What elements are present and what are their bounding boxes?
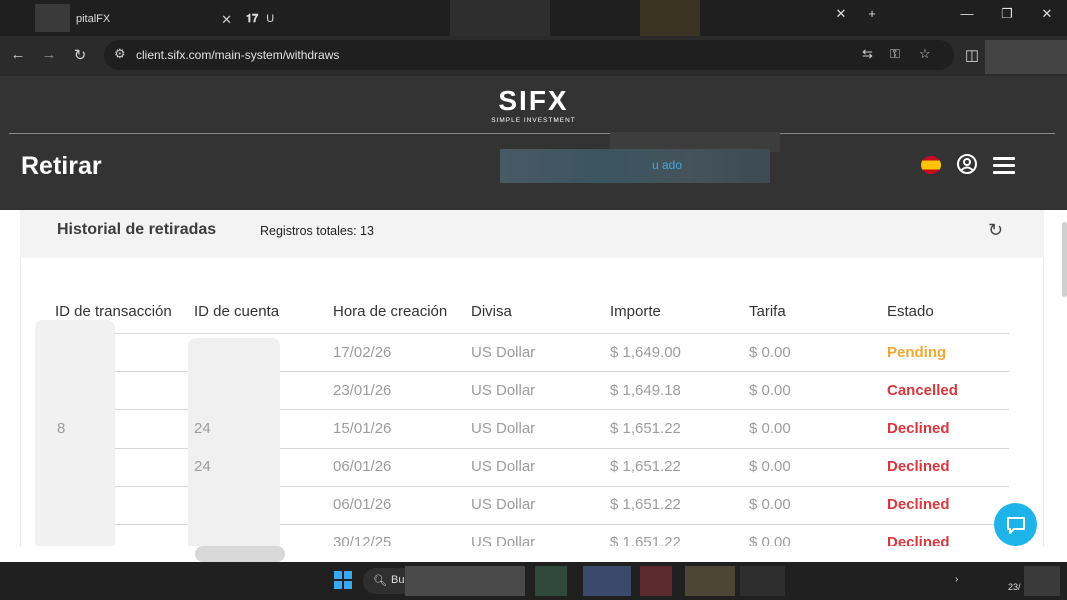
- star-icon[interactable]: ☆: [919, 46, 931, 62]
- col-transaction-id: ID de transacción: [55, 303, 172, 320]
- tab-2-favicon-icon: 𝟏𝟕: [246, 12, 259, 25]
- user-account-icon[interactable]: [956, 153, 978, 175]
- taskbar-app[interactable]: [685, 566, 735, 596]
- cell-account-id-fragment: 24: [194, 458, 211, 475]
- cell-fee: $ 0.00: [749, 496, 791, 513]
- total-records: Registros totales: 13: [260, 224, 374, 238]
- cell-date: 30/12/25: [333, 534, 392, 546]
- cell-currency: US Dollar: [471, 382, 536, 399]
- taskbar-clock[interactable]: 23/: [1008, 582, 1021, 592]
- search-icon: 🔍︎: [373, 575, 387, 587]
- chat-bubble-icon: [1007, 517, 1025, 534]
- status-badge: Declined: [887, 420, 950, 437]
- key-icon[interactable]: ⚿: [890, 46, 900, 62]
- cell-fee: $ 0.00: [749, 420, 791, 437]
- cell-fee: $ 0.00: [749, 344, 791, 361]
- tab-1[interactable]: pitalFX ✕: [40, 6, 240, 32]
- translate-icon[interactable]: ⇆: [862, 46, 873, 62]
- status-badge: Cancelled: [887, 382, 958, 399]
- tab-2[interactable]: 𝟏𝟕 U: [246, 6, 316, 32]
- cell-date: 15/01/26: [333, 420, 392, 437]
- logo-subtitle: SIMPLE INVESTMENT: [491, 117, 576, 124]
- chat-button[interactable]: [994, 503, 1037, 546]
- tab-2-label: U: [266, 13, 275, 25]
- cell-currency: US Dollar: [471, 534, 536, 546]
- scrollbar[interactable]: [1062, 222, 1067, 297]
- page-bottom-strip: [0, 546, 1067, 562]
- sifx-logo[interactable]: SIFX SIMPLE INVESTMENT: [486, 85, 581, 125]
- forward-arrow-icon[interactable]: →: [39, 46, 59, 63]
- taskbar-search-label: Bu: [391, 574, 405, 586]
- cell-amount: $ 1,649.18: [610, 382, 681, 399]
- taskbar-app[interactable]: [583, 566, 631, 596]
- col-created-at: Hora de creación: [333, 303, 448, 320]
- extensions-icon[interactable]: ◫: [962, 46, 982, 64]
- history-card-header: Historial de retiradas Registros totales…: [20, 210, 1044, 258]
- site-info-icon[interactable]: ⚙: [114, 46, 126, 62]
- windows-start-icon[interactable]: [334, 571, 352, 589]
- cell-amount: $ 1,651.22: [610, 458, 681, 475]
- taskbar-app[interactable]: [740, 566, 785, 596]
- redacted-account-ids: [188, 338, 280, 546]
- back-arrow-icon[interactable]: ←: [8, 46, 28, 63]
- col-currency: Divisa: [471, 303, 512, 320]
- header-divider: [9, 133, 1055, 134]
- close-icon[interactable]: ✕: [826, 6, 856, 22]
- site-header: SIFX SIMPLE INVESTMENT Retirar u ado: [0, 76, 1067, 210]
- cell-currency: US Dollar: [471, 496, 536, 513]
- omnibox[interactable]: ⚙ client.sifx.com/main-system/withdraws …: [104, 40, 954, 70]
- redacted-transaction-ids: [35, 320, 115, 546]
- cell-amount: $ 1,649.00: [610, 344, 681, 361]
- cell-currency: US Dollar: [471, 458, 536, 475]
- col-status: Estado: [887, 303, 934, 320]
- cell-date: 17/02/26: [333, 344, 392, 361]
- taskbar-app-blur[interactable]: [405, 566, 525, 596]
- col-fee: Tarifa: [749, 303, 786, 320]
- history-title: Historial de retiradas: [57, 221, 217, 238]
- spain-flag-icon[interactable]: [921, 156, 941, 174]
- user-info-redacted: u ado: [500, 149, 770, 183]
- cell-amount: $ 1,651.22: [610, 420, 681, 437]
- cell-date: 23/01/26: [333, 382, 392, 399]
- hamburger-menu-icon[interactable]: [993, 157, 1015, 174]
- url-text: client.sifx.com/main-system/withdraws: [136, 48, 340, 62]
- status-badge: Declined: [887, 458, 950, 475]
- status-badge: Declined: [887, 496, 950, 513]
- window-close-icon[interactable]: ✕: [1032, 6, 1062, 22]
- tab-1-label: pitalFX: [76, 13, 111, 25]
- logo-mark: SIFX: [498, 85, 569, 116]
- cell-currency: US Dollar: [471, 420, 536, 437]
- close-icon[interactable]: ✕: [221, 12, 232, 28]
- cell-amount: $ 1,651.22: [610, 534, 681, 546]
- cell-date: 06/01/26: [333, 458, 392, 475]
- status-badge: Pending: [887, 344, 947, 361]
- cell-account-id-fragment: 24: [194, 420, 211, 437]
- new-tab-button[interactable]: +: [857, 6, 887, 21]
- cell-tx-id-fragment: 8: [57, 420, 66, 437]
- col-account-id: ID de cuenta: [194, 303, 280, 320]
- cell-fee: $ 0.00: [749, 458, 791, 475]
- main-content: Historial de retiradas Registros totales…: [0, 210, 1067, 546]
- taskbar-app[interactable]: [535, 566, 567, 596]
- cell-amount: $ 1,651.22: [610, 496, 681, 513]
- cell-date: 06/01/26: [333, 496, 392, 513]
- table-header-divider: [55, 333, 1009, 334]
- refresh-icon[interactable]: ↻: [988, 220, 1003, 241]
- tray-chevron-icon[interactable]: ›: [955, 574, 958, 585]
- status-badge: Declined: [887, 534, 950, 546]
- os-taskbar: 🔍︎ Bu › 23/: [0, 562, 1067, 600]
- minimize-icon[interactable]: —: [952, 6, 982, 21]
- cell-fee: $ 0.00: [749, 382, 791, 399]
- browser-tab-bar: pitalFX ✕ 𝟏𝟕 U ✕ + — ❐ ✕: [0, 0, 1067, 36]
- restore-icon[interactable]: ❐: [992, 6, 1022, 22]
- address-bar-row: ← → ↻ ⚙ client.sifx.com/main-system/with…: [0, 36, 1067, 76]
- cell-fee: $ 0.00: [749, 534, 791, 546]
- reload-icon[interactable]: ↻: [70, 46, 90, 64]
- col-amount: Importe: [610, 303, 661, 320]
- taskbar-app[interactable]: [640, 566, 672, 596]
- page-title: Retirar: [21, 152, 102, 180]
- cell-currency: US Dollar: [471, 344, 536, 361]
- user-name-partial: u ado: [652, 158, 683, 172]
